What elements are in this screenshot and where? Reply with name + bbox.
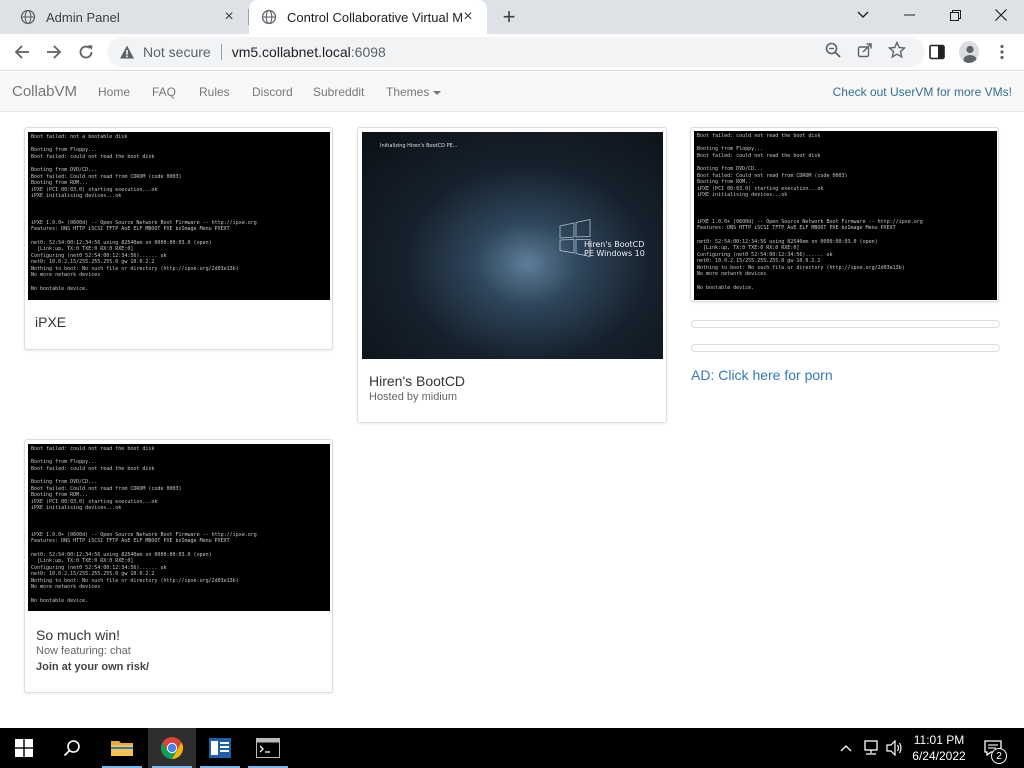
side-panel-icon[interactable] [927, 42, 947, 62]
back-button[interactable] [10, 40, 34, 64]
uservm-link[interactable]: Check out UserVM for more VMs! [833, 85, 1012, 99]
new-tab-button[interactable]: + [496, 4, 522, 30]
site-brand[interactable]: CollabVM [12, 83, 77, 100]
url-port: :6098 [350, 44, 386, 60]
vm-title[interactable]: Hiren's BootCD [369, 373, 465, 389]
windows-start-icon [15, 739, 33, 757]
tab-title: Admin Panel [46, 9, 120, 25]
nav-link-themes: Themes [386, 85, 430, 99]
vm-screenshot[interactable]: Boot failed: could not read the boot dis… [28, 444, 330, 611]
share-icon[interactable] [856, 41, 874, 59]
taskbar-server-manager[interactable] [196, 728, 244, 768]
forward-button[interactable] [42, 40, 66, 64]
start-button[interactable] [0, 728, 48, 768]
empty-card-bar [691, 320, 1000, 328]
close-window-button[interactable] [978, 0, 1024, 30]
nav-link-subreddit[interactable]: Subreddit [313, 85, 364, 99]
not-secure-label[interactable]: Not secure [143, 44, 211, 60]
vm-card-so-much-win[interactable]: Boot failed: could not read the boot dis… [24, 439, 333, 693]
chrome-icon [161, 737, 183, 759]
minimize-button[interactable] [886, 0, 932, 30]
zoom-icon[interactable] [824, 41, 842, 59]
url-host: vm5.collabnet.local [231, 44, 351, 60]
vm-terminal-text: Boot failed: could not read the boot dis… [697, 133, 923, 291]
taskbar-file-explorer[interactable] [98, 728, 146, 768]
divider [220, 44, 222, 60]
nav-link-rules[interactable]: Rules [199, 85, 230, 99]
tab-admin-panel[interactable]: Admin Panel × [0, 0, 248, 34]
close-icon[interactable]: × [222, 8, 236, 25]
bookmark-star-icon[interactable] [888, 41, 906, 59]
boot-caption: Initializing Hiren's BootCD PE... [380, 143, 458, 149]
vm-subtitle: Hosted by midium [369, 391, 458, 403]
vm-subtitle-secondary: Join at your own risk/ [36, 661, 150, 673]
tab-title: Control Collaborative Virtual Ma [287, 9, 462, 25]
search-icon [63, 740, 80, 757]
browser-toolbar: Not secure vm5.collabnet.local:6098 [0, 34, 1024, 71]
nav-themes-dropdown[interactable]: Themes [386, 85, 442, 99]
vm-title[interactable]: So much win! [36, 627, 120, 643]
tab-search-chevron-icon[interactable] [840, 0, 886, 30]
vm-terminal-text: Boot failed: not a bootable disk Booting… [31, 134, 257, 292]
vm-card-ipxe[interactable]: Boot failed: not a bootable disk Booting… [24, 127, 333, 350]
avatar [959, 41, 979, 63]
reload-button[interactable] [74, 40, 98, 64]
hirens-logo-text: Hiren's BootCD PE Windows 10 [584, 240, 645, 258]
network-icon[interactable] [860, 728, 882, 768]
terminal-icon [256, 738, 280, 758]
volume-icon[interactable] [884, 728, 906, 768]
address-bar[interactable]: Not secure vm5.collabnet.local:6098 [107, 37, 925, 67]
warning-triangle-icon[interactable] [119, 44, 135, 60]
empty-card-bar [691, 344, 1000, 352]
vm-screenshot[interactable]: Boot failed: not a bootable disk Booting… [28, 132, 330, 300]
taskbar-clock[interactable]: 11:01 PM 6/24/2022 [906, 732, 972, 764]
vm-terminal-text: Boot failed: could not read the boot dis… [31, 446, 257, 604]
more-menu-icon[interactable] [992, 42, 1012, 62]
server-manager-icon [209, 738, 231, 758]
vm-card-3[interactable]: Boot failed: could not read the boot dis… [690, 127, 999, 302]
ad-link[interactable]: AD: Click here for porn [691, 367, 833, 383]
clock-date: 6/24/2022 [912, 749, 966, 763]
vm-screenshot[interactable]: Initializing Hiren's BootCD PE... Hiren'… [362, 132, 663, 359]
vm-screenshot[interactable]: Boot failed: could not read the boot dis… [694, 131, 997, 300]
restore-button[interactable] [932, 0, 978, 30]
site-navbar: CollabVM Home FAQ Rules Discord Subreddi… [0, 72, 1024, 112]
notification-count-badge: 2 [991, 748, 1007, 764]
close-icon[interactable]: × [461, 8, 475, 25]
vm-subtitle: Now featuring: chat [36, 645, 131, 657]
nav-link-discord[interactable]: Discord [252, 85, 293, 99]
caret-down-icon [433, 90, 442, 95]
vm-title[interactable]: iPXE [35, 314, 66, 330]
taskbar-chrome[interactable] [148, 728, 196, 768]
globe-icon [261, 9, 277, 25]
vm-card-hirens[interactable]: Initializing Hiren's BootCD PE... Hiren'… [357, 127, 667, 423]
browser-tab-strip: Admin Panel × Control Collaborative Virt… [0, 0, 1024, 34]
taskbar-command-prompt[interactable] [244, 728, 292, 768]
taskbar-search-button[interactable] [48, 728, 96, 768]
nav-link-home[interactable]: Home [98, 85, 130, 99]
profile-avatar-icon[interactable] [959, 41, 979, 63]
folder-icon [111, 741, 133, 756]
show-hidden-icons-chevron-icon[interactable] [836, 728, 856, 768]
nav-link-faq[interactable]: FAQ [152, 85, 176, 99]
url-text[interactable]: vm5.collabnet.local:6098 [232, 44, 386, 60]
tab-collabvm[interactable]: Control Collaborative Virtual Ma × [249, 0, 487, 34]
globe-icon [20, 9, 36, 25]
clock-time: 11:01 PM [913, 733, 965, 747]
windows-taskbar: 11:01 PM 6/24/2022 [0, 728, 1024, 768]
